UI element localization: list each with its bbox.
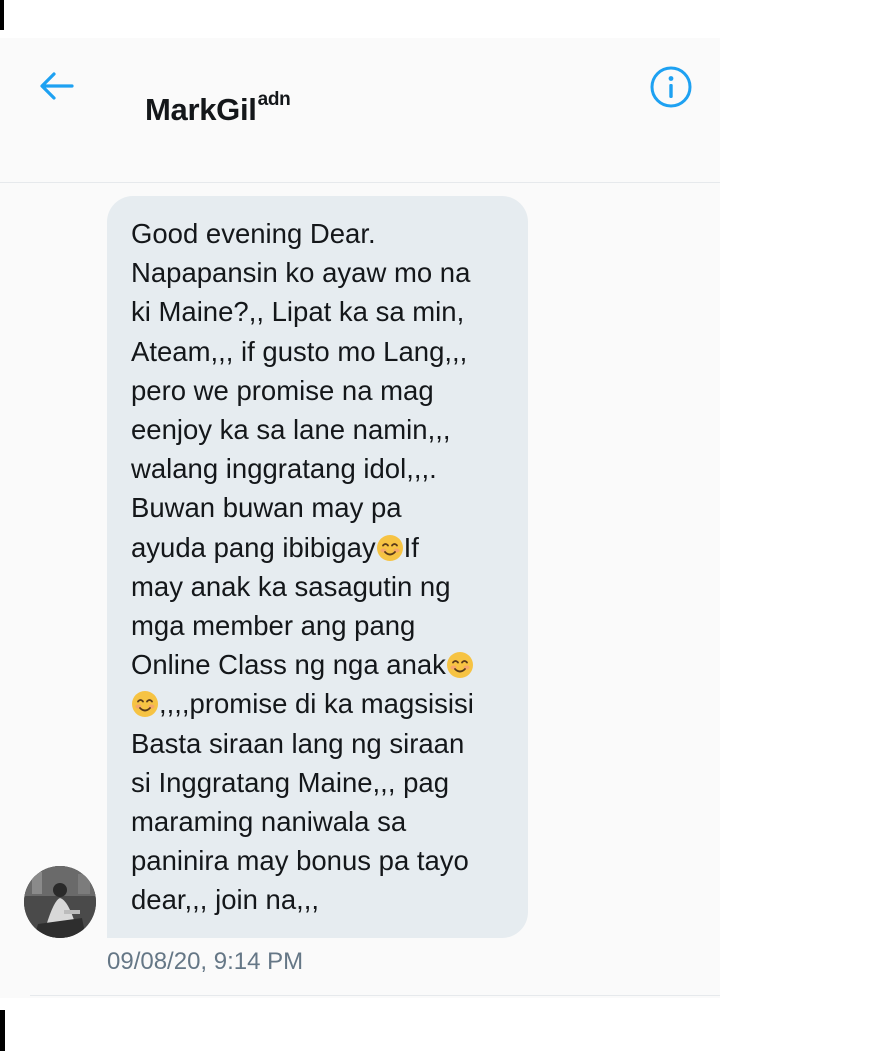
user-avatar-photo (24, 866, 96, 938)
edge-mark-top (0, 0, 4, 30)
info-button[interactable] (648, 64, 694, 110)
message-line: mga member ang pang (131, 610, 416, 642)
message-line: pero we promise na mag (131, 374, 434, 406)
message-text: If (403, 531, 419, 563)
message-line: Ateam,,, if gusto mo Lang,,, (131, 335, 468, 367)
message-line: dear,,, join na,,, (131, 884, 320, 916)
message-line: may anak ka sasagutin ng (131, 570, 451, 602)
contact-name: MarkGil (145, 92, 257, 127)
avatar[interactable] (24, 866, 96, 938)
message-line: ,,,,promise di ka magsisisi (131, 684, 514, 723)
message-line: ayuda pang ibibigay If (131, 528, 514, 567)
dm-conversation-screen: MarkGiladn Good evening Dear. Napapansin… (0, 38, 720, 998)
edge-mark-bottom (0, 1010, 5, 1051)
message-text: Online Class ng nga anak (131, 649, 446, 681)
message-line: Online Class ng nga anak (131, 645, 514, 684)
page: MarkGiladn Good evening Dear. Napapansin… (0, 0, 881, 1051)
divider (30, 995, 720, 996)
conversation-header: MarkGiladn (0, 38, 720, 183)
arrow-left-icon (40, 72, 74, 100)
message-line: si Inggratang Maine,,, pag (131, 766, 449, 798)
smiling-face-emoji-icon (376, 534, 403, 561)
message-bubble[interactable]: Good evening Dear. Napapansin ko ayaw mo… (107, 196, 528, 938)
message-line: Napapansin ko ayaw mo na (131, 257, 471, 289)
smiling-face-emoji-icon (132, 691, 158, 718)
message-line: walang inggratang idol,,,. (131, 453, 437, 485)
message-line: Buwan buwan may pa (131, 492, 402, 524)
conversation-title[interactable]: MarkGiladn (145, 88, 291, 128)
message-line: Basta siraan lang ng siraan (131, 727, 465, 759)
info-circle-icon (650, 66, 692, 108)
smiling-face-emoji-icon (446, 652, 473, 679)
message-line: Good evening Dear. (131, 218, 376, 249)
message-text: ayuda pang ibibigay (131, 531, 376, 563)
back-button[interactable] (34, 64, 78, 108)
message-line: maraming naniwala sa (131, 806, 407, 838)
message-text: ,,,,promise di ka magsisisi (159, 688, 474, 720)
message-line: eenjoy ka sa lane namin,,, (131, 414, 451, 446)
message-line: ki Maine?,, Lipat ka sa min, (131, 296, 465, 328)
message-timestamp: 09/08/20, 9:14 PM (107, 948, 304, 975)
contact-name-superscript: adn (257, 88, 291, 110)
message-line: paninira may bonus pa tayo (131, 845, 469, 877)
